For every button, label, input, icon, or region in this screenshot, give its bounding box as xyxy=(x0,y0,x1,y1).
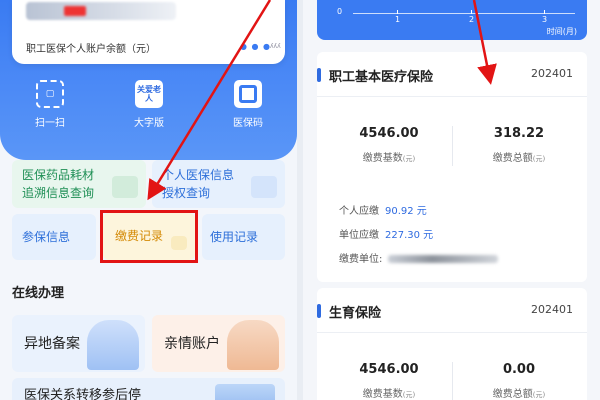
relation-transfer-card[interactable]: 医保关系转移参后停 xyxy=(12,378,285,400)
stat-divider xyxy=(452,126,453,166)
personal-auth-line1: 个人医保信息 xyxy=(162,168,235,182)
highlight-box xyxy=(100,210,198,263)
usage-record-label: 使用记录 xyxy=(210,230,259,244)
masked-account-number xyxy=(26,2,176,20)
maternity-total-label: 缴费总额(元) xyxy=(492,389,546,400)
maternity-title: 生育保险 xyxy=(329,306,382,321)
chart-tick-mark xyxy=(471,10,472,14)
payment-trend-chart: 0 1 2 3 时间(月) xyxy=(317,0,587,40)
basic-medical-title: 职工基本医疗保险 xyxy=(329,70,434,85)
company-due-row: 单位应缴 227.30 元 xyxy=(339,226,433,241)
maternity-total-value: 0.00 xyxy=(502,362,536,377)
maternity-card[interactable]: 生育保险 202401 4546.00 缴费基数(元) 0.00 缴费总额(元) xyxy=(317,288,587,400)
phone-illustration-icon xyxy=(215,384,275,400)
medical-code-button[interactable]: 医保码 xyxy=(218,80,278,129)
large-font-button[interactable]: 关爱老人 大字版 xyxy=(119,80,179,129)
relation-transfer-label: 医保关系转移参后停 xyxy=(24,388,142,400)
account-balance-card[interactable]: 职工医保个人账户余额（元） ● ● ● ʎʎʎ xyxy=(12,0,285,64)
chart-tick-mark xyxy=(397,10,398,14)
drug-trace-line2: 追溯信息查询 xyxy=(22,186,95,200)
section-accent-bar xyxy=(317,68,321,82)
personal-due-row: 个人应缴 90.92 元 xyxy=(339,202,427,217)
brand-mark: ʎʎʎ xyxy=(270,43,281,50)
remote-filing-card[interactable]: 异地备案 xyxy=(12,315,145,372)
chart-tick-mark xyxy=(544,10,545,14)
basic-medical-header: 职工基本医疗保险 202401 xyxy=(317,66,587,85)
qr-code-icon xyxy=(234,80,262,108)
large-font-label: 大字版 xyxy=(134,118,164,129)
base-label: 缴费基数(元) xyxy=(362,153,416,164)
basic-medical-period: 202401 xyxy=(531,67,573,80)
chart-zero-label: 0 xyxy=(337,7,343,16)
section-accent-bar xyxy=(317,304,321,318)
total-stat: 318.22 缴费总额(元) xyxy=(459,126,579,164)
online-services-title: 在线办理 xyxy=(12,286,65,301)
document-icon xyxy=(112,176,138,198)
company-due-label: 单位应缴 xyxy=(339,230,379,241)
maternity-base-label: 缴费基数(元) xyxy=(362,389,416,400)
header-divider xyxy=(317,96,587,97)
insured-info-label: 参保信息 xyxy=(22,230,71,244)
chart-x-axis xyxy=(353,13,575,14)
right-phone-screen: 0 1 2 3 时间(月) 职工基本医疗保险 202401 4546.00 缴费… xyxy=(303,0,600,400)
total-label: 缴费总额(元) xyxy=(492,153,546,164)
medical-code-label: 医保码 xyxy=(233,118,263,129)
family-account-label: 亲情账户 xyxy=(164,336,220,352)
scan-icon: ▢ xyxy=(36,80,64,108)
personal-due-label: 个人应缴 xyxy=(339,206,379,217)
total-value: 318.22 xyxy=(493,126,545,141)
maternity-base-value: 4546.00 xyxy=(359,362,419,377)
balance-label: 职工医保个人账户余额（元） xyxy=(26,44,156,55)
chart-tick-label: 1 xyxy=(395,15,401,24)
base-value: 4546.00 xyxy=(359,126,419,141)
personal-auth-tile[interactable]: 个人医保信息 授权查询 xyxy=(152,160,285,208)
personal-due-value: 90.92 元 xyxy=(385,206,427,217)
scan-label: 扫一扫 xyxy=(35,118,65,129)
usage-record-tile[interactable]: 使用记录 xyxy=(202,214,285,260)
maternity-base-stat: 4546.00 缴费基数(元) xyxy=(329,362,449,400)
basic-medical-card[interactable]: 职工基本医疗保险 202401 4546.00 缴费基数(元) 318.22 缴… xyxy=(317,52,587,282)
screenshot-stage: 职工医保个人账户余额（元） ● ● ● ʎʎʎ ▢ 扫一扫 关爱老人 大字版 医… xyxy=(0,0,600,400)
left-phone-screen: 职工医保个人账户余额（元） ● ● ● ʎʎʎ ▢ 扫一扫 关爱老人 大字版 医… xyxy=(0,0,297,400)
insured-info-tile[interactable]: 参保信息 xyxy=(12,214,96,260)
scan-button[interactable]: ▢ 扫一扫 xyxy=(20,80,80,129)
masked-red-mark xyxy=(64,6,86,16)
drug-trace-line1: 医保药品耗材 xyxy=(22,168,95,182)
company-due-value: 227.30 元 xyxy=(385,230,434,241)
page-dots: ● ● ● xyxy=(240,42,272,51)
person-illustration-icon xyxy=(87,320,139,370)
stat-divider xyxy=(452,362,453,400)
family-illustration-icon xyxy=(227,320,279,370)
elder-care-icon: 关爱老人 xyxy=(135,80,163,108)
chart-tick-label: 2 xyxy=(469,15,475,24)
id-card-icon xyxy=(251,176,277,198)
chart-tick-label: 3 xyxy=(542,15,548,24)
maternity-period: 202401 xyxy=(531,303,573,316)
masked-payer-name xyxy=(388,255,499,263)
payer-row: 缴费单位: xyxy=(339,250,499,265)
remote-filing-label: 异地备案 xyxy=(24,336,80,352)
drug-trace-tile[interactable]: 医保药品耗材 追溯信息查询 xyxy=(12,160,146,208)
payer-label: 缴费单位: xyxy=(339,254,383,265)
header-divider xyxy=(317,332,587,333)
maternity-header: 生育保险 202401 xyxy=(317,302,587,321)
personal-auth-line2: 授权查询 xyxy=(162,186,211,200)
family-account-card[interactable]: 亲情账户 xyxy=(152,315,285,372)
maternity-total-stat: 0.00 缴费总额(元) xyxy=(459,362,579,400)
base-stat: 4546.00 缴费基数(元) xyxy=(329,126,449,164)
chart-unit-label: 时间(月) xyxy=(546,27,577,36)
